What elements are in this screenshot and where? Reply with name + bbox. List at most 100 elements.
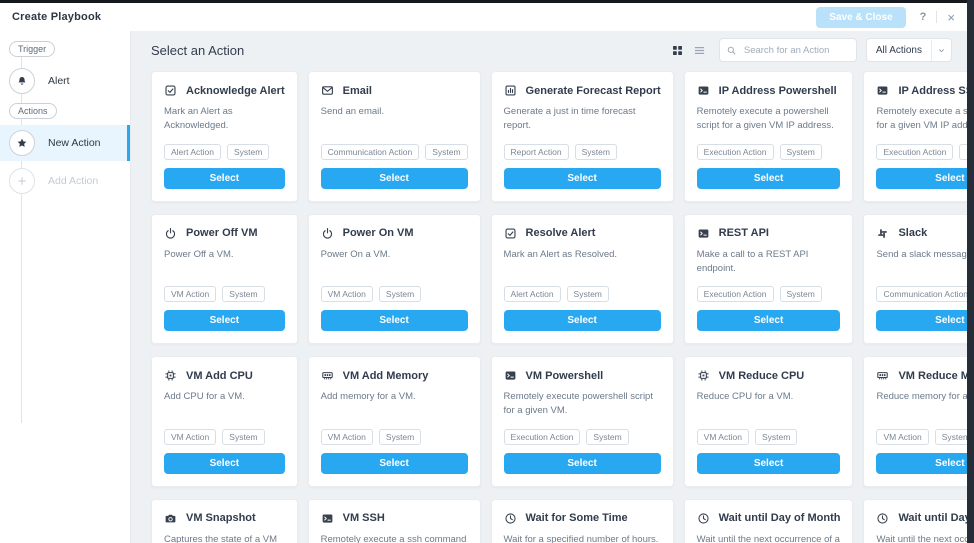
tag-badge: Execution Action xyxy=(504,429,581,445)
select-button[interactable]: Select xyxy=(164,168,285,189)
terminal-icon xyxy=(504,369,517,382)
select-button[interactable]: Select xyxy=(504,453,661,474)
sidebar-item-new-action[interactable]: New Action xyxy=(0,125,130,161)
tag-badge: System xyxy=(935,429,967,445)
action-card-tags: Execution Action System xyxy=(504,419,661,445)
select-button[interactable]: Select xyxy=(164,453,285,474)
action-card-title: Email xyxy=(343,85,372,97)
action-card-description: Wait until the next occurrence of a spec… xyxy=(697,533,841,543)
action-card: Resolve Alert Mark an Alert as Resolved.… xyxy=(491,214,674,345)
action-card-description: Add CPU for a VM. xyxy=(164,390,285,404)
action-card-title: IP Address Powershell xyxy=(719,85,837,97)
page-title: Create Playbook xyxy=(12,11,101,23)
grid-view-icon[interactable] xyxy=(671,44,684,57)
action-card-tags: VM ActionSystem xyxy=(697,419,841,445)
terminal-icon xyxy=(697,227,710,240)
action-card-tags: Report ActionSystem xyxy=(504,134,661,160)
action-card-title: VM Snapshot xyxy=(186,512,256,524)
action-card-title: Slack xyxy=(898,227,927,239)
list-view-icon[interactable] xyxy=(693,44,706,57)
action-card-title: REST API xyxy=(719,227,769,239)
tag-badge: System xyxy=(222,286,264,302)
action-card: REST API Make a call to a REST API endpo… xyxy=(684,214,854,345)
action-card-description: Make a call to a REST API endpoint. xyxy=(697,248,841,277)
action-card-tags: Alert ActionSystem xyxy=(504,276,661,302)
select-button[interactable]: Select xyxy=(164,310,285,331)
tag-badge: System xyxy=(425,144,467,160)
action-card-title: Acknowledge Alert xyxy=(186,85,285,97)
tag-badge: System xyxy=(586,429,628,445)
action-card-description: Add memory for a VM. xyxy=(321,390,468,404)
envelope-icon xyxy=(321,84,334,97)
action-card-description: Mark an Alert as Resolved. xyxy=(504,248,661,262)
select-button[interactable]: Select xyxy=(504,310,661,331)
select-button[interactable]: Select xyxy=(321,453,468,474)
action-card-description: Power Off a VM. xyxy=(164,248,285,262)
clock-icon xyxy=(697,512,710,525)
tag-badge: System xyxy=(780,286,822,302)
toolbar: All Actions xyxy=(671,38,952,62)
action-card: Power Off VM Power Off a VM. VM ActionSy… xyxy=(151,214,298,345)
action-card-title: Resolve Alert xyxy=(526,227,596,239)
tag-badge: Alert Action xyxy=(504,286,561,302)
tag-badge: VM Action xyxy=(321,286,373,302)
action-panel-header: Select an Action All Actions xyxy=(131,31,967,69)
select-button[interactable]: Select xyxy=(321,168,468,189)
close-icon[interactable]: × xyxy=(947,11,955,24)
action-card: Wait until Day Of Week Wait until the ne… xyxy=(863,499,967,543)
select-button[interactable]: Select xyxy=(697,168,841,189)
sidebar-item-label: Add Action xyxy=(48,175,98,187)
slack-icon xyxy=(876,227,889,240)
action-card: Wait for Some Time Wait for a specified … xyxy=(491,499,674,543)
actions-filter-dropdown[interactable]: All Actions xyxy=(866,38,952,62)
action-card: Acknowledge Alert Mark an Alert as Ackno… xyxy=(151,71,298,202)
sidebar-item-add-action[interactable]: Add Action xyxy=(0,163,130,199)
tag-badge: System xyxy=(379,429,421,445)
trigger-section-badge: Trigger xyxy=(9,41,55,57)
action-card: VM Add Memory Add memory for a VM. VM Ac… xyxy=(308,356,481,487)
action-card: Wait until Day of Month Wait until the n… xyxy=(684,499,854,543)
tag-badge: System xyxy=(959,144,967,160)
window-top-edge xyxy=(0,0,974,3)
select-button[interactable]: Select xyxy=(876,453,967,474)
action-card-description: Remotely execute a ssh command for a giv… xyxy=(876,105,967,134)
select-button[interactable]: Select xyxy=(876,168,967,189)
search-input[interactable] xyxy=(742,44,850,57)
help-button[interactable]: ? xyxy=(920,11,927,23)
save-close-button[interactable]: Save & Close xyxy=(816,7,905,28)
clock-icon xyxy=(876,512,889,525)
select-button[interactable]: Select xyxy=(697,310,841,331)
select-button[interactable]: Select xyxy=(697,453,841,474)
memory-icon xyxy=(876,369,889,382)
star-icon xyxy=(16,137,28,149)
action-card-title: Wait until Day of Month xyxy=(719,512,841,524)
tag-badge: Execution Action xyxy=(697,144,774,160)
tag-badge: System xyxy=(575,144,617,160)
tag-badge: VM Action xyxy=(164,429,216,445)
action-search-box[interactable] xyxy=(719,38,857,62)
action-card-description: Remotely execute powershell script for a… xyxy=(504,390,661,419)
action-card-description: Captures the state of a VM and saves it. xyxy=(164,533,285,543)
action-card-description: Remotely execute a ssh command for a giv… xyxy=(321,533,468,543)
action-card: IP Address Powershell Remotely execute a… xyxy=(684,71,854,202)
action-card: VM Powershell Remotely execute powershel… xyxy=(491,356,674,487)
sidebar-item-label: Alert xyxy=(48,75,70,87)
select-button[interactable]: Select xyxy=(876,310,967,331)
section-title: Select an Action xyxy=(151,43,244,58)
alert-check-icon xyxy=(504,227,517,240)
select-button[interactable]: Select xyxy=(321,310,468,331)
action-card: VM Reduce Memory Reduce memory for a VM.… xyxy=(863,356,967,487)
camera-icon xyxy=(164,512,177,525)
tag-badge: Execution Action xyxy=(697,286,774,302)
tag-badge: Alert Action xyxy=(164,144,221,160)
tag-badge: VM Action xyxy=(697,429,749,445)
action-card-tags: Communication ActionSystem xyxy=(321,134,468,160)
action-card: Generate Forecast Report Generate a just… xyxy=(491,71,674,202)
header-divider xyxy=(936,11,937,23)
sidebar-item-alert[interactable]: Alert xyxy=(0,63,130,99)
tag-badge: System xyxy=(222,429,264,445)
terminal-icon xyxy=(697,84,710,97)
action-card-title: IP Address SSH xyxy=(898,85,967,97)
alert-check-icon xyxy=(164,84,177,97)
select-button[interactable]: Select xyxy=(504,168,661,189)
